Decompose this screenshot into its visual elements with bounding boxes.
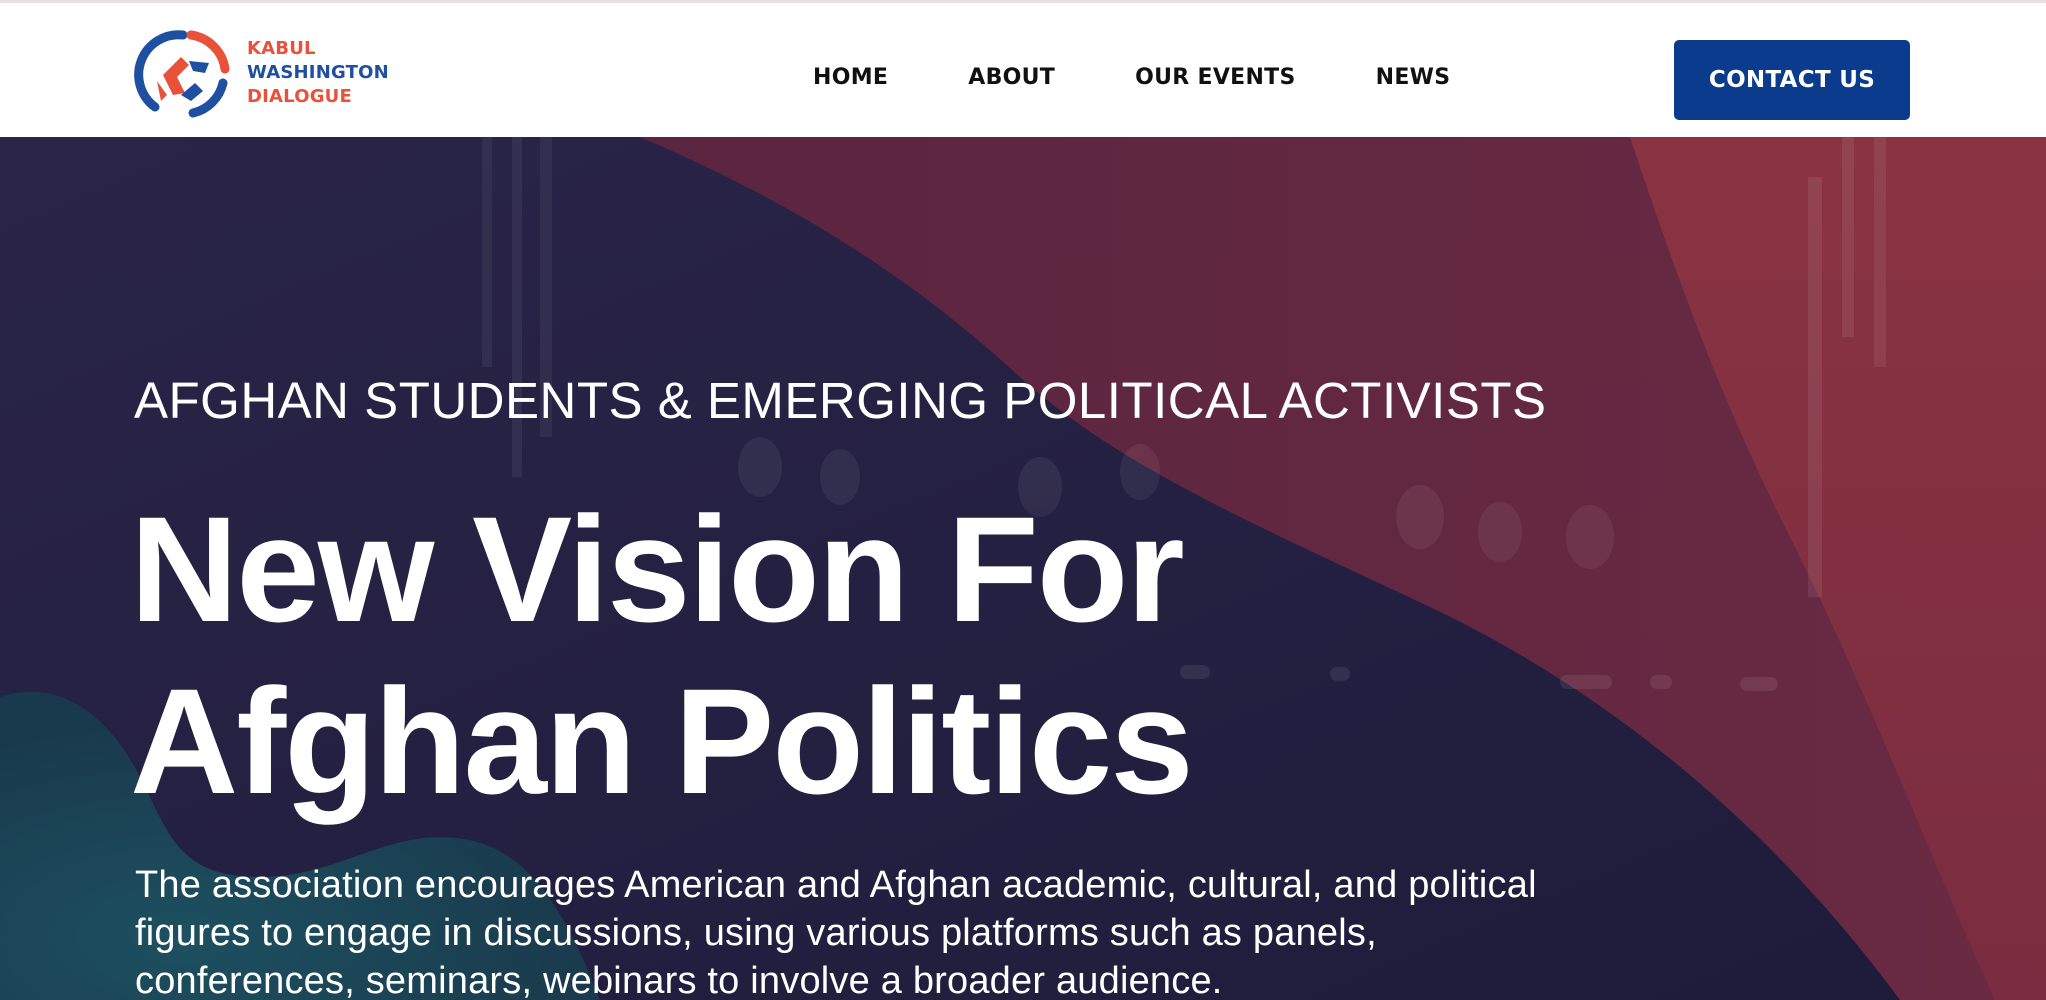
nav-news[interactable]: NEWS [1376,65,1451,90]
hero-description: The association encourages American and … [135,864,1537,1000]
nav-our-events[interactable]: OUR EVENTS [1135,65,1296,90]
logo-line-1: KABUL [247,38,316,59]
logo-wordmark: KABUL WASHINGTON DIALOGUE [247,37,389,109]
nav-about[interactable]: ABOUT [968,65,1055,90]
hero-headline-line-2: Afghan Politics [130,657,1194,825]
logo-line-2: WASHINGTON [247,62,389,83]
hero-kicker: AFGHAN STUDENTS & EMERGING POLITICAL ACT… [134,372,1547,429]
logo-line-3: DIALOGUE [247,86,352,107]
site-header: KABUL WASHINGTON DIALOGUE HOME ABOUT OUR… [0,0,2046,137]
hero-headline: New Vision For Afghan Politics [130,483,1194,827]
site-logo[interactable]: KABUL WASHINGTON DIALOGUE [133,23,393,123]
hero-headline-line-1: New Vision For [130,485,1185,653]
kwd-logo-icon [134,30,230,118]
contact-us-button[interactable]: CONTACT US [1674,40,1910,120]
main-nav: HOME ABOUT OUR EVENTS NEWS [813,59,1450,95]
hero-section: AFGHAN STUDENTS & EMERGING POLITICAL ACT… [0,137,2046,1000]
nav-home[interactable]: HOME [813,65,888,90]
